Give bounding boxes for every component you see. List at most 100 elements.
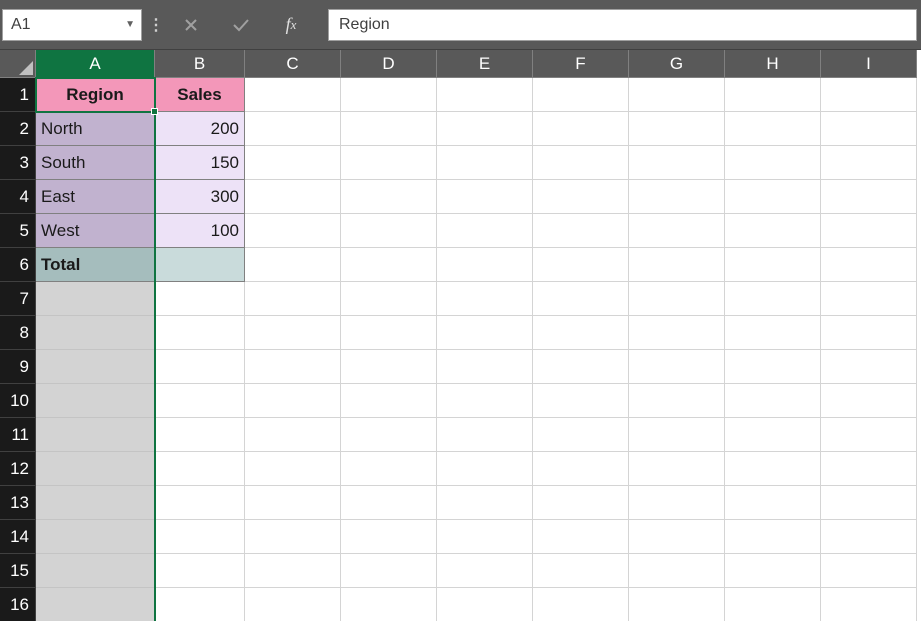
cell-B10[interactable]	[155, 384, 245, 418]
column-header-D[interactable]: D	[341, 50, 437, 78]
cell-F6[interactable]	[533, 248, 629, 282]
column-header-E[interactable]: E	[437, 50, 533, 78]
cell-D16[interactable]	[341, 588, 437, 621]
column-header-I[interactable]: I	[821, 50, 917, 78]
cell-D2[interactable]	[341, 112, 437, 146]
cell-G11[interactable]	[629, 418, 725, 452]
cell-G2[interactable]	[629, 112, 725, 146]
cell-G7[interactable]	[629, 282, 725, 316]
cell-H7[interactable]	[725, 282, 821, 316]
accept-icon[interactable]	[216, 9, 266, 41]
cell-H14[interactable]	[725, 520, 821, 554]
cell-G10[interactable]	[629, 384, 725, 418]
cell-F14[interactable]	[533, 520, 629, 554]
cell-F11[interactable]	[533, 418, 629, 452]
cell-I9[interactable]	[821, 350, 917, 384]
cell-B9[interactable]	[155, 350, 245, 384]
cell-A4[interactable]: East	[36, 180, 155, 214]
cell-E16[interactable]	[437, 588, 533, 621]
cell-H5[interactable]	[725, 214, 821, 248]
cell-I13[interactable]	[821, 486, 917, 520]
cell-E11[interactable]	[437, 418, 533, 452]
cell-F15[interactable]	[533, 554, 629, 588]
cell-G15[interactable]	[629, 554, 725, 588]
row-header-15[interactable]: 15	[0, 554, 36, 588]
cell-C6[interactable]	[245, 248, 341, 282]
cell-E4[interactable]	[437, 180, 533, 214]
cell-G9[interactable]	[629, 350, 725, 384]
cell-F2[interactable]	[533, 112, 629, 146]
cell-G12[interactable]	[629, 452, 725, 486]
cell-I12[interactable]	[821, 452, 917, 486]
cell-F12[interactable]	[533, 452, 629, 486]
cell-A10[interactable]	[36, 384, 155, 418]
cell-H11[interactable]	[725, 418, 821, 452]
cell-B13[interactable]	[155, 486, 245, 520]
cell-I6[interactable]	[821, 248, 917, 282]
cell-I5[interactable]	[821, 214, 917, 248]
cell-E3[interactable]	[437, 146, 533, 180]
cell-F8[interactable]	[533, 316, 629, 350]
cell-D9[interactable]	[341, 350, 437, 384]
row-header-3[interactable]: 3	[0, 146, 36, 180]
cell-G5[interactable]	[629, 214, 725, 248]
cell-C9[interactable]	[245, 350, 341, 384]
cell-D11[interactable]	[341, 418, 437, 452]
column-header-H[interactable]: H	[725, 50, 821, 78]
cell-E6[interactable]	[437, 248, 533, 282]
cell-C15[interactable]	[245, 554, 341, 588]
cell-H13[interactable]	[725, 486, 821, 520]
cell-I11[interactable]	[821, 418, 917, 452]
cell-G14[interactable]	[629, 520, 725, 554]
column-header-G[interactable]: G	[629, 50, 725, 78]
cell-A3[interactable]: South	[36, 146, 155, 180]
column-header-B[interactable]: B	[155, 50, 245, 78]
cell-G6[interactable]	[629, 248, 725, 282]
cell-A15[interactable]	[36, 554, 155, 588]
name-box[interactable]: A1 ▼	[2, 9, 142, 41]
row-header-14[interactable]: 14	[0, 520, 36, 554]
cell-I14[interactable]	[821, 520, 917, 554]
cell-I7[interactable]	[821, 282, 917, 316]
cell-G13[interactable]	[629, 486, 725, 520]
cell-D1[interactable]	[341, 78, 437, 112]
cell-F16[interactable]	[533, 588, 629, 621]
cell-D15[interactable]	[341, 554, 437, 588]
cell-E8[interactable]	[437, 316, 533, 350]
cancel-icon[interactable]	[166, 9, 216, 41]
cell-F3[interactable]	[533, 146, 629, 180]
cell-C5[interactable]	[245, 214, 341, 248]
cell-A2[interactable]: North	[36, 112, 155, 146]
cell-H16[interactable]	[725, 588, 821, 621]
cell-G3[interactable]	[629, 146, 725, 180]
cell-I1[interactable]	[821, 78, 917, 112]
cell-C4[interactable]	[245, 180, 341, 214]
cell-E12[interactable]	[437, 452, 533, 486]
cell-A9[interactable]	[36, 350, 155, 384]
cell-C3[interactable]	[245, 146, 341, 180]
cell-A12[interactable]	[36, 452, 155, 486]
cell-E1[interactable]	[437, 78, 533, 112]
cell-E9[interactable]	[437, 350, 533, 384]
cell-C1[interactable]	[245, 78, 341, 112]
cell-A5[interactable]: West	[36, 214, 155, 248]
row-header-10[interactable]: 10	[0, 384, 36, 418]
fx-icon[interactable]: fx	[266, 9, 316, 41]
cell-B1[interactable]: Sales	[155, 78, 245, 112]
cell-D7[interactable]	[341, 282, 437, 316]
column-header-F[interactable]: F	[533, 50, 629, 78]
cell-A13[interactable]	[36, 486, 155, 520]
cell-F1[interactable]	[533, 78, 629, 112]
column-header-C[interactable]: C	[245, 50, 341, 78]
row-header-2[interactable]: 2	[0, 112, 36, 146]
cell-D3[interactable]	[341, 146, 437, 180]
cell-F7[interactable]	[533, 282, 629, 316]
cell-H1[interactable]	[725, 78, 821, 112]
cell-E10[interactable]	[437, 384, 533, 418]
cell-C12[interactable]	[245, 452, 341, 486]
cell-D10[interactable]	[341, 384, 437, 418]
cell-A16[interactable]	[36, 588, 155, 621]
cell-B8[interactable]	[155, 316, 245, 350]
cell-B15[interactable]	[155, 554, 245, 588]
cell-F4[interactable]	[533, 180, 629, 214]
